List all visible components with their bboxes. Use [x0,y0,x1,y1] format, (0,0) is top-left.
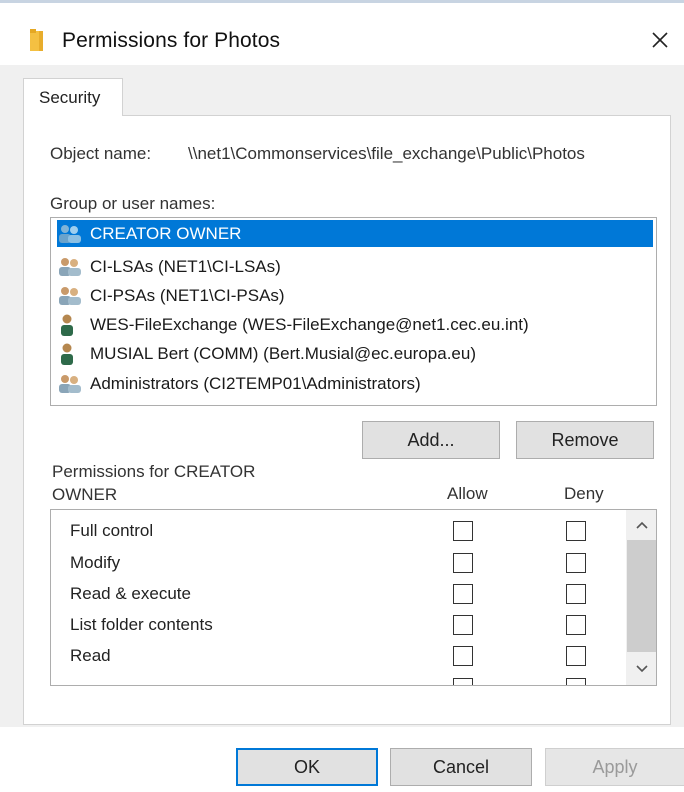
permissions-label: Permissions for CREATOR OWNER [52,460,255,506]
user-list-item-label: CI-PSAs (NET1\CI-PSAs) [90,285,285,305]
user-icon [58,343,84,365]
group-users-icon [58,223,84,245]
add-button[interactable]: Add... [362,421,500,459]
deny-checkbox[interactable] [566,678,586,685]
permission-name: Read & execute [70,584,191,603]
permission-row-read-execute: Read & execute [51,578,626,609]
object-name-label: Object name: [50,144,152,163]
user-list-item-label: CI-LSAs (NET1\CI-LSAs) [90,256,281,276]
group-users-icon [58,256,84,278]
window-title: Permissions for Photos [62,29,281,52]
allow-checkbox[interactable] [453,584,473,604]
permission-name: Modify [70,553,121,572]
permission-row-read: Read [51,640,626,671]
permission-row-modify: Modify [51,547,626,578]
chevron-down-icon [635,664,648,672]
scrollbar-thumb[interactable] [627,540,656,652]
user-list-item-label: CREATOR OWNER [90,223,242,243]
group-or-user-names-label: Group or user names: [50,194,216,213]
permissions-label-line2: OWNER [52,485,118,504]
permission-name: Full control [70,521,154,540]
apply-button[interactable]: Apply [545,748,684,786]
group-or-user-names-list[interactable]: CREATOR OWNER CI-LSAs (NET1\CI-LSAs) CI-… [50,217,657,406]
deny-checkbox[interactable] [566,584,586,604]
permissions-label-line1: Permissions for CREATOR [52,462,256,481]
user-list-item-creator-owner[interactable]: CREATOR OWNER [57,220,653,247]
deny-checkbox[interactable] [566,521,586,541]
user-list-item-wes-fileexchange[interactable]: WES-FileExchange (WES-FileExchange@net1.… [57,311,655,338]
deny-checkbox[interactable] [566,646,586,666]
permission-name: List folder contents [70,615,213,634]
allow-checkbox[interactable] [453,678,473,685]
allow-checkbox[interactable] [453,553,473,573]
permission-name: Read [70,646,111,665]
group-users-icon [58,373,84,395]
close-button[interactable] [640,20,680,60]
allow-column-header: Allow [447,484,488,503]
permissions-scrollbar[interactable] [626,510,656,685]
permission-row-list-folder-contents: List folder contents [51,609,626,640]
user-list-item-label: WES-FileExchange (WES-FileExchange@net1.… [90,314,529,334]
group-users-icon [58,285,84,307]
deny-checkbox[interactable] [566,615,586,635]
allow-checkbox[interactable] [453,615,473,635]
chevron-up-icon [635,521,648,529]
title-bar[interactable]: Permissions for Photos [0,3,684,65]
permission-row-full-control: Full control [51,515,626,546]
user-list-item-musial-bert[interactable]: MUSIAL Bert (COMM) (Bert.Musial@ec.europ… [57,340,655,367]
ok-button[interactable]: OK [236,748,378,786]
folder-icon [30,29,45,51]
tab-security[interactable]: Security [23,78,123,116]
user-list-item-administrators[interactable]: Administrators (CI2TEMP01\Administrators… [57,370,655,397]
user-icon [58,314,84,336]
object-name-value: \\net1\Commonservices\file_exchange\Publ… [188,144,585,163]
cancel-button[interactable]: Cancel [390,748,532,786]
allow-checkbox[interactable] [453,521,473,541]
user-list-item-ci-psas[interactable]: CI-PSAs (NET1\CI-PSAs) [57,282,655,309]
user-list-item-label: Administrators (CI2TEMP01\Administrators… [90,373,421,393]
allow-checkbox[interactable] [453,646,473,666]
user-list-item-label: MUSIAL Bert (COMM) (Bert.Musial@ec.europ… [90,343,477,363]
tab-security-label: Security [39,88,101,107]
user-list-item-ci-lsas[interactable]: CI-LSAs (NET1\CI-LSAs) [57,253,655,280]
permission-row-partial [51,672,626,685]
deny-column-header: Deny [564,484,604,503]
scroll-up-button[interactable] [626,510,656,540]
close-icon [652,32,668,48]
remove-button[interactable]: Remove [516,421,654,459]
permissions-list[interactable]: Full control Modify Read & execute List … [50,509,657,686]
scroll-down-button[interactable] [626,652,656,685]
deny-checkbox[interactable] [566,553,586,573]
